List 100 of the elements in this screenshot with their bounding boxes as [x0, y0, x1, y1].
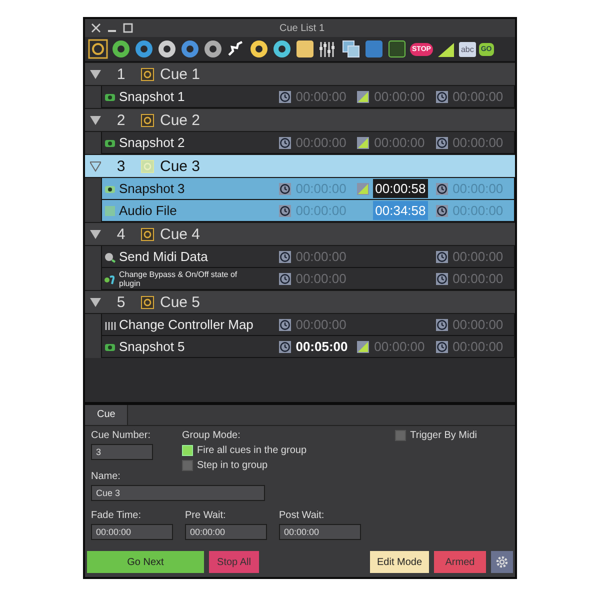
- cue-number: 3: [116, 158, 126, 174]
- cue-row[interactable]: 2 Cue 2: [85, 108, 515, 132]
- item-row[interactable]: Send Midi Data 00:00:00 00:00:00: [101, 246, 515, 268]
- item-name: Send Midi Data: [119, 249, 208, 264]
- checkbox[interactable]: [395, 430, 406, 441]
- item-row[interactable]: Snapshot 2 00:00:00 00:00:00 00:00:00: [101, 132, 515, 154]
- clock-icon: [278, 340, 291, 352]
- edit-mode-button[interactable]: Edit Mode: [370, 551, 429, 573]
- maximize-icon[interactable]: [123, 23, 133, 33]
- cue-row[interactable]: 3 Cue 3: [85, 154, 515, 178]
- pre-wait-time[interactable]: 00:00:00: [294, 317, 348, 332]
- expand-triangle-icon[interactable]: [90, 68, 101, 80]
- armed-button[interactable]: Armed: [434, 551, 486, 573]
- post-wait-time[interactable]: 00:00:00: [452, 317, 504, 332]
- clock-icon: [278, 136, 291, 148]
- pre-wait-time[interactable]: 00:00:00: [294, 135, 348, 150]
- item-row[interactable]: Change Bypass & On/Off state of plugin 00:00:00 00:00:00: [101, 268, 515, 290]
- cue-icon: [141, 114, 154, 126]
- clock-icon: [436, 250, 448, 262]
- item-name: Snapshot 2: [119, 135, 185, 150]
- item-row[interactable]: Snapshot 1 00:00:00 00:00:00 00:00:00: [101, 86, 515, 108]
- post-wait-time[interactable]: 00:00:00: [452, 135, 504, 150]
- text-tool-button[interactable]: abc: [458, 42, 476, 56]
- clock-icon: [436, 90, 448, 102]
- cue-name: Cue 2: [160, 112, 200, 128]
- clock-icon: [278, 90, 291, 102]
- field-label: Pre Wait:: [185, 510, 227, 521]
- fade-time[interactable]: 00:00:00: [373, 89, 426, 104]
- expand-triangle-icon[interactable]: [90, 296, 101, 308]
- post-wait-time[interactable]: 00:00:00: [452, 271, 504, 286]
- fade-time[interactable]: 00:34:58: [373, 201, 428, 220]
- cue-row[interactable]: 5 Cue 5: [85, 290, 515, 314]
- settings-icon: [495, 555, 509, 569]
- expand-triangle-icon[interactable]: [90, 114, 101, 126]
- fade-time[interactable]: 00:00:00: [373, 135, 426, 150]
- cue-row[interactable]: 4 Cue 4: [85, 222, 515, 246]
- item-name: Snapshot 1: [119, 89, 185, 104]
- pre-wait-time[interactable]: 00:00:00: [294, 89, 348, 104]
- checkbox[interactable]: [182, 460, 193, 471]
- field-label: Group Mode:: [182, 430, 242, 441]
- cue-icon: [141, 296, 154, 308]
- item-row[interactable]: Snapshot 5 00:05:00 00:00:00 00:00:00: [101, 336, 515, 358]
- field-label: Name:: [91, 471, 122, 482]
- dial-icon[interactable]: [249, 39, 269, 59]
- clock-icon: [436, 182, 448, 194]
- cue-number: 4: [116, 226, 126, 242]
- window-title: Cue List 1: [278, 22, 326, 34]
- cue-row[interactable]: 1 Cue 1: [85, 62, 515, 86]
- cue-icon: [141, 160, 154, 172]
- pre-wait-time[interactable]: 00:05:00: [294, 339, 349, 354]
- expand-triangle-icon[interactable]: [90, 228, 101, 240]
- cue-tool-icon[interactable]: [88, 39, 108, 59]
- item-row[interactable]: Change Controller Map 00:00:00 00:00:00: [101, 314, 515, 336]
- clock-icon: [278, 182, 291, 194]
- cue-name: Cue 3: [160, 158, 200, 174]
- item-name: Snapshot 5: [119, 339, 185, 354]
- field-label: Cue Number:: [91, 430, 152, 441]
- go-next-button[interactable]: Go Next: [87, 551, 204, 573]
- cue-number: 1: [116, 66, 126, 82]
- clock-icon: [278, 204, 291, 216]
- time-field[interactable]: 00:00:00: [91, 524, 173, 540]
- post-wait-time[interactable]: 00:00:00: [452, 89, 504, 104]
- layers-icon[interactable]: [341, 39, 361, 59]
- field-label: Post Wait:: [279, 510, 326, 521]
- audio-icon: [104, 204, 116, 216]
- clock-icon: [278, 318, 291, 330]
- close-icon[interactable]: [91, 23, 101, 33]
- item-name: Snapshot 3: [119, 181, 185, 196]
- checkbox-label: Step in to group: [197, 460, 268, 471]
- clock-icon: [278, 272, 291, 284]
- name-field[interactable]: Cue 3: [91, 485, 265, 501]
- clock-icon: [436, 272, 448, 284]
- cue-number-field[interactable]: 3: [91, 444, 153, 460]
- checkbox-label: Fire all cues in the group: [197, 445, 307, 456]
- fade-time[interactable]: 00:00:58: [373, 179, 428, 198]
- clock-icon: [436, 318, 448, 330]
- item-name: Audio File: [119, 203, 177, 218]
- field-label: Fade Time:: [91, 510, 142, 521]
- fade-time[interactable]: 00:00:00: [373, 339, 426, 354]
- item-name: Change Controller Map: [119, 317, 254, 332]
- clock-icon: [436, 204, 448, 216]
- post-wait-time[interactable]: 00:00:00: [452, 249, 504, 264]
- stop-all-button[interactable]: Stop All: [209, 551, 259, 573]
- time-field[interactable]: 00:00:00: [185, 524, 267, 540]
- cue-icon: [141, 68, 154, 80]
- clock-icon: [436, 340, 448, 352]
- cue-name: Cue 4: [160, 226, 200, 242]
- pre-wait-time[interactable]: 00:00:00: [294, 271, 348, 286]
- item-name: Change Bypass & On/Off state of plugin: [119, 270, 238, 288]
- editor-tab[interactable]: Cue: [85, 405, 128, 425]
- expand-triangle-icon[interactable]: [90, 160, 101, 172]
- time-field[interactable]: 00:00:00: [279, 524, 361, 540]
- clock-icon: [436, 136, 448, 148]
- checkbox-label: Trigger By Midi: [410, 430, 477, 441]
- pre-wait-time[interactable]: 00:00:00: [294, 249, 348, 264]
- settings-button[interactable]: [491, 551, 513, 573]
- cue-icon: [141, 228, 154, 240]
- clock-icon: [278, 250, 291, 262]
- cue-number: 2: [116, 112, 126, 128]
- post-wait-time[interactable]: 00:00:00: [452, 339, 504, 354]
